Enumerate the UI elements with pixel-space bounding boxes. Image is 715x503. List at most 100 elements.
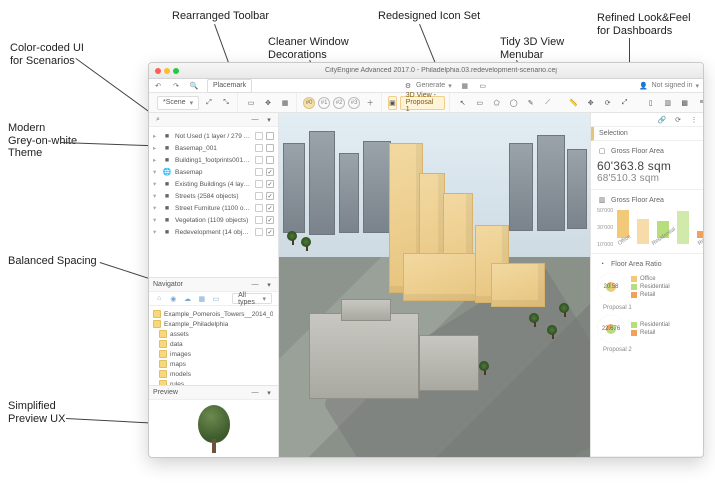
tree-row[interactable]: assets	[153, 329, 274, 339]
anno-lookfeel: Refined Look&Feelfor Dashboards	[597, 12, 691, 37]
tree-row[interactable]: Example_Philadelphia	[153, 319, 274, 329]
window-title: CityEngine Advanced 2017.0 - Philadelphi…	[185, 67, 697, 74]
panel-menu-icon[interactable]: ▾	[264, 388, 274, 398]
anno-theme: ModernGrey-on-whiteTheme	[8, 122, 77, 160]
poly-icon[interactable]: ⬠	[490, 96, 504, 110]
scene-layer-row[interactable]: ▸ ■ Basemap_001	[153, 142, 274, 154]
filter-icon[interactable]: ⌕	[153, 115, 163, 125]
scene-layer-row[interactable]: ▾ ■ Vegetation (1109 objects)	[153, 214, 274, 226]
panel-min-icon[interactable]: —	[250, 115, 260, 125]
toolbar-group-edit: ▭ ✥ ▦	[240, 93, 297, 112]
preview-panel: Preview — ▾	[149, 385, 278, 457]
expand-icon[interactable]: ▢	[597, 146, 607, 156]
gfa-value-1: 60'363.8 sqm	[597, 159, 697, 173]
anno-decorations: Cleaner WindowDecorations	[268, 36, 349, 61]
panel-min-icon[interactable]: —	[250, 280, 260, 290]
panel-min-icon[interactable]: —	[250, 388, 260, 398]
scenario-3[interactable]: #3	[348, 97, 360, 109]
card-far: ◔Floor Area Ratio 20.58 Office Residenti…	[591, 254, 703, 457]
scenario-0[interactable]: #0	[303, 97, 315, 109]
pointer-icon[interactable]: ▭	[244, 96, 258, 110]
add-scenario-icon[interactable]: ＋	[363, 96, 377, 110]
nav-mesh-icon[interactable]: ◉	[169, 294, 177, 304]
move-tool-icon[interactable]: ✥	[584, 96, 598, 110]
scenario-1[interactable]: #1	[318, 97, 330, 109]
navigator-type-filter[interactable]: All types	[232, 293, 272, 304]
anno-spacing: Balanced Spacing	[8, 255, 97, 268]
traffic-lights[interactable]	[155, 68, 179, 74]
navigator-tree[interactable]: Example_Pomerois_Towers__2014_0Example_P…	[149, 306, 278, 385]
texture-icon[interactable]: ▩	[678, 96, 692, 110]
scene-dropdown[interactable]: *Scene	[157, 96, 199, 110]
scene-layer-row[interactable]: ▾ ■ Streets (2584 objects)	[153, 190, 274, 202]
scenario-2[interactable]: #2	[333, 97, 345, 109]
3d-viewport[interactable]	[279, 113, 590, 457]
view-dropdown[interactable]: 3D View - Proposal 1	[400, 96, 445, 110]
right-column: 🔗 ⟳ ⋮ Selection ▢Gross Floor Area 60'363…	[591, 113, 703, 457]
zoom-icon[interactable]	[173, 68, 179, 74]
minimize-icon[interactable]	[164, 68, 170, 74]
nav-img-icon[interactable]: ▭	[212, 294, 220, 304]
rotate-tool-icon[interactable]: ⟳	[601, 96, 615, 110]
scene-layer-list: ▸ ■ Not Used (1 layer / 279 objects) ▸ ■…	[149, 127, 278, 277]
panel-menu-icon[interactable]: ▾	[264, 115, 274, 125]
left-column: ⌕ — ▾ ▸ ■ Not Used (1 layer / 279 object…	[149, 113, 279, 457]
tree-row[interactable]: Example_Pomerois_Towers__2014_0	[153, 309, 274, 319]
move-icon[interactable]: ✥	[261, 96, 275, 110]
split-icon[interactable]: ▥	[661, 96, 675, 110]
anno-menubar: Tidy 3D ViewMenubar	[500, 36, 564, 61]
placemark-search[interactable]: Placemark	[207, 79, 252, 93]
card-gfa-values: ▢Gross Floor Area 60'363.8 sqm 68'510.3 …	[591, 141, 703, 190]
scene-layer-row[interactable]: ▸ ■ Building1_footprints001_012 (286 obj…	[153, 154, 274, 166]
refresh-icon[interactable]: ⟳	[673, 115, 683, 125]
undo-icon[interactable]: ↶	[153, 81, 163, 91]
panel-menu-icon[interactable]: ▾	[264, 280, 274, 290]
generate-button[interactable]: ⚙Generate	[403, 81, 452, 91]
navigator-panel: Navigator — ▾ ⌂ ◉ ☁ ▦ ▭ All types Exampl…	[149, 277, 278, 385]
draw-icon[interactable]: ✎	[524, 96, 538, 110]
scene-layer-row[interactable]: ▾ ■ Redevelopment (14 objects)	[153, 226, 274, 238]
align-icon[interactable]: ≡	[695, 96, 704, 110]
scene-layer-row[interactable]: ▸ ■ Not Used (1 layer / 279 objects)	[153, 130, 274, 142]
toolbar-group-3dtools: ↖ ▭ ⬠ ◯ ✎ ⟋ 📏 ✥ ⟳ ⤢ ▯ ▥ ▩ ≡ 📷 ▢ ☰ ⚙ ★	[452, 93, 704, 112]
scale-tool-icon[interactable]: ⤢	[618, 96, 632, 110]
more-icon[interactable]: ⋮	[689, 115, 699, 125]
extrude-icon[interactable]: ▯	[644, 96, 658, 110]
gfa-bars: OfficeResidentialRetail	[616, 208, 704, 248]
nav-home-icon[interactable]: ⌂	[155, 294, 163, 304]
signin-button[interactable]: 👤Not signed in	[639, 81, 699, 91]
tool-icon-1[interactable]: ▦	[460, 81, 470, 91]
toolbar-group-nav: *Scene ⤢ ⤡	[153, 93, 238, 112]
collapse-icon[interactable]: ⤡	[219, 96, 233, 110]
user-icon: 👤	[639, 81, 649, 91]
nav-map-icon[interactable]: ▦	[198, 294, 206, 304]
card-gfa-chart: ▥Gross Floor Area 50'000 30'000 10'000 O…	[591, 190, 703, 254]
preview-viewport[interactable]	[149, 400, 278, 457]
search-icon[interactable]: 🔍	[189, 81, 199, 91]
rect-icon[interactable]: ▭	[473, 96, 487, 110]
cursor-icon[interactable]: ↖	[456, 96, 470, 110]
tree-row[interactable]: models	[153, 369, 274, 379]
tree-row[interactable]: images	[153, 349, 274, 359]
close-icon[interactable]	[155, 68, 161, 74]
anno-color-coded: Color-coded UIfor Scenarios	[10, 42, 84, 67]
redo-icon[interactable]: ↷	[171, 81, 181, 91]
scene-layer-row[interactable]: ▾ ■ Street Furniture (1100 objects)	[153, 202, 274, 214]
gfa-value-2: 68'510.3 sqm	[597, 173, 697, 184]
viewport-icon[interactable]: ▣	[388, 96, 397, 110]
dashboard-selection[interactable]: Selection	[591, 127, 703, 141]
path-icon[interactable]: ⟋	[541, 96, 555, 110]
tree-row[interactable]: maps	[153, 359, 274, 369]
anno-icons: Redesigned Icon Set	[378, 10, 480, 23]
expand-icon[interactable]: ⤢	[202, 96, 216, 110]
tool-icon-2[interactable]: ▭	[478, 81, 488, 91]
circle-icon[interactable]: ◯	[507, 96, 521, 110]
scene-layer-row[interactable]: ▾ ■ Existing Buildings (4 layers / 4538 …	[153, 178, 274, 190]
link-icon[interactable]: 🔗	[657, 115, 667, 125]
select-icon[interactable]: ▦	[278, 96, 292, 110]
measure-icon[interactable]: 📏	[567, 96, 581, 110]
preview-header: Preview — ▾	[149, 386, 278, 400]
tree-row[interactable]: data	[153, 339, 274, 349]
nav-cloud-icon[interactable]: ☁	[183, 294, 191, 304]
scene-layer-row[interactable]: ▾ 🌐 Basemap	[153, 166, 274, 178]
